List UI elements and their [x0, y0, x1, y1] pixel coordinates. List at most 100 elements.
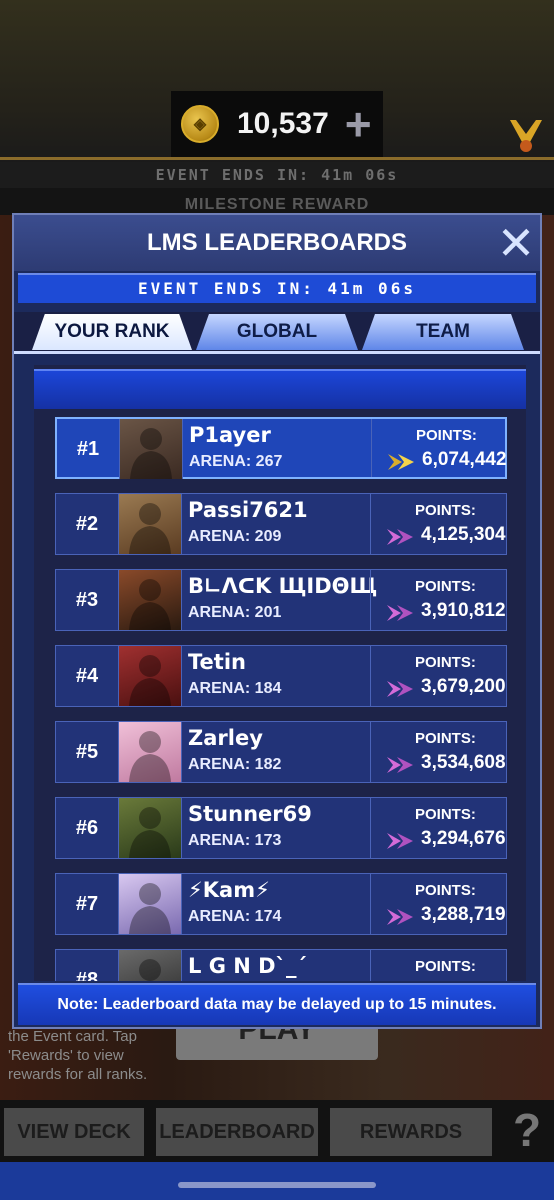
leaderboard-row[interactable]: #7 ⚡Kam⚡ ARENA: 174 POINTS: 3,288,719: [55, 873, 507, 935]
player-name: Stunner69: [188, 802, 312, 826]
points-label: POINTS:: [415, 958, 476, 975]
view-deck-button[interactable]: VIEW DECK: [4, 1108, 144, 1156]
points-value: 3,910,812: [421, 600, 506, 621]
player-arena: ARENA: 209: [188, 528, 282, 545]
points-value: 3,534,608: [421, 752, 506, 773]
points-value: 4,125,304: [421, 524, 506, 545]
wrestler-portrait-icon: [129, 883, 171, 934]
player-arena: ARENA: 267: [189, 453, 283, 470]
wrestler-portrait-icon: [130, 428, 172, 479]
player-arena: ARENA: 174: [188, 908, 282, 925]
leaderboard-modal: LMS LEADERBOARDS ✕ EVENT ENDS IN: 41m 06…: [12, 213, 542, 1029]
close-icon[interactable]: ✕: [494, 220, 538, 266]
player-avatar[interactable]: [118, 798, 182, 858]
player-avatar[interactable]: [118, 950, 182, 981]
points-label: POINTS:: [415, 654, 476, 671]
wrestler-portrait-icon: [129, 731, 171, 782]
player-arena: ARENA: 184: [188, 680, 282, 697]
points-value: 3,679,200: [421, 676, 506, 697]
player-name: P1ayer: [189, 423, 271, 447]
wrestler-portrait-icon: [129, 503, 171, 554]
points-box: POINTS:: [370, 950, 508, 981]
points-label: POINTS:: [415, 806, 476, 823]
gold-chevron-icon: [388, 454, 414, 470]
pink-chevron-icon: [387, 757, 413, 773]
rank-number: #6: [75, 817, 99, 839]
rank-number: #4: [75, 665, 99, 687]
points-box: POINTS: 3,288,719: [370, 874, 508, 934]
player-arena: ARENA: 182: [188, 756, 282, 773]
event-timer: EVENT ENDS IN: 41m 06s: [18, 273, 536, 303]
rank-number: #5: [75, 741, 99, 763]
rank-number: #1: [76, 438, 100, 460]
tab-your-rank[interactable]: YOUR RANK: [32, 314, 192, 350]
leaderboard-list[interactable]: #1 P1ayer ARENA: 267 POINTS: 6,074,442 #…: [34, 365, 526, 981]
wrestler-portrait-icon: [129, 807, 171, 858]
player-arena: ARENA: 173: [188, 832, 282, 849]
coin-icon: ◈: [181, 105, 219, 143]
pink-chevron-icon: [387, 605, 413, 621]
pink-chevron-icon: [387, 909, 413, 925]
player-name: Passi7621: [188, 498, 308, 522]
player-avatar[interactable]: [118, 646, 182, 706]
leaderboard-row[interactable]: #6 Stunner69 ARENA: 173 POINTS: 3,294,67…: [55, 797, 507, 859]
rank-number: #8: [75, 969, 99, 981]
player-name: Zarley: [188, 726, 263, 750]
leaderboard-row[interactable]: #3 B∟ΛᑕK ЩIDΘЩ ARENA: 201 POINTS: 3,910,…: [55, 569, 507, 631]
rank-number: #3: [75, 589, 99, 611]
points-box: POINTS: 4,125,304: [370, 494, 508, 554]
pink-chevron-icon: [387, 833, 413, 849]
player-avatar[interactable]: [118, 874, 182, 934]
points-value: 6,074,442: [422, 449, 507, 470]
player-avatar[interactable]: [118, 722, 182, 782]
player-avatar[interactable]: [118, 494, 182, 554]
rewards-hint: the Event card. Tap 'Rewards' to view re…: [8, 1028, 148, 1083]
leaderboard-row[interactable]: #5 Zarley ARENA: 182 POINTS: 3,534,608: [55, 721, 507, 783]
modal-title: LMS LEADERBOARDS: [14, 215, 540, 271]
currency-display: ◈ 10,537 +: [171, 91, 383, 157]
points-box: POINTS: 3,534,608: [370, 722, 508, 782]
points-label: POINTS:: [415, 578, 476, 595]
leaderboard-row[interactable]: #1 P1ayer ARENA: 267 POINTS: 6,074,442: [55, 417, 507, 479]
points-label: POINTS:: [415, 730, 476, 747]
points-label: POINTS:: [415, 502, 476, 519]
player-avatar[interactable]: [118, 570, 182, 630]
pink-chevron-icon: [387, 529, 413, 545]
home-indicator[interactable]: [178, 1182, 376, 1188]
points-box: POINTS: 3,679,200: [370, 646, 508, 706]
divider: [0, 157, 554, 160]
points-box: POINTS: 3,910,812: [370, 570, 508, 630]
tab-team[interactable]: TEAM: [362, 314, 524, 350]
delay-note: Note: Leaderboard data may be delayed up…: [18, 983, 536, 1025]
leaderboard-button[interactable]: LEADERBOARD: [156, 1108, 318, 1156]
points-value: 3,294,676: [421, 828, 506, 849]
player-name: B∟ΛᑕK ЩIDΘЩ: [188, 574, 378, 598]
leaderboard-row[interactable]: #8 L G N D`_´ POINTS:: [55, 949, 507, 981]
player-avatar[interactable]: [119, 419, 183, 479]
tab-bar: YOUR RANK GLOBAL TEAM: [14, 312, 540, 352]
wrestler-portrait-icon: [129, 655, 171, 706]
points-box: POINTS: 6,074,442: [371, 419, 509, 477]
tab-underline: [14, 351, 540, 354]
player-name: L G N D`_´: [188, 954, 308, 978]
points-label: POINTS:: [416, 427, 477, 444]
points-value: 3,288,719: [421, 904, 506, 925]
rank-number: #2: [75, 513, 99, 535]
event-timer-background: EVENT ENDS IN: 41m 06s: [0, 162, 554, 188]
coin-amount: 10,537: [237, 107, 329, 140]
rank-number: #7: [75, 893, 99, 915]
bottom-nav: VIEW DECK LEADERBOARD REWARDS: [0, 1100, 554, 1162]
tab-global[interactable]: GLOBAL: [196, 314, 358, 350]
player-name: Tetin: [188, 650, 246, 674]
bottom-bar: [0, 1162, 554, 1200]
leaderboard-row[interactable]: #2 Passi7621 ARENA: 209 POINTS: 4,125,30…: [55, 493, 507, 555]
milestone-reward-label: MILESTONE REWARD: [184, 196, 370, 213]
add-currency-button[interactable]: +: [345, 101, 372, 147]
player-name: ⚡Kam⚡: [188, 878, 270, 902]
help-button[interactable]: ?: [506, 1104, 548, 1156]
pink-chevron-icon: [387, 681, 413, 697]
rewards-button[interactable]: REWARDS: [330, 1108, 492, 1156]
wwe-logo-icon[interactable]: [505, 113, 547, 155]
wrestler-portrait-icon: [139, 959, 161, 981]
leaderboard-row[interactable]: #4 Tetin ARENA: 184 POINTS: 3,679,200: [55, 645, 507, 707]
